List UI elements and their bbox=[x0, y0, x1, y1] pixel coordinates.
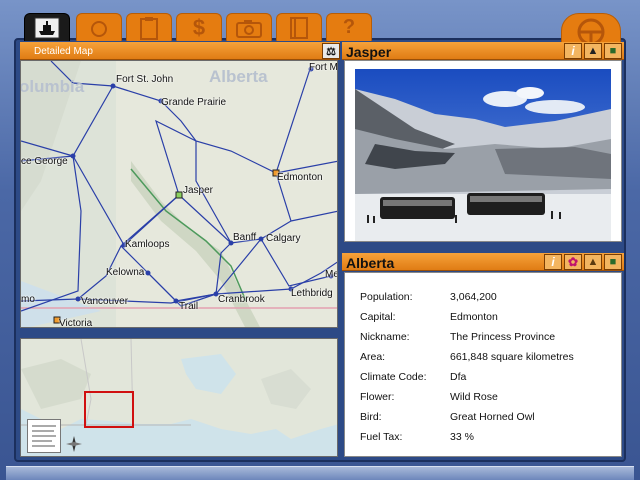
info-label: Bird: bbox=[360, 411, 382, 423]
books-icon: ■ bbox=[609, 45, 617, 57]
info-label: Nickname: bbox=[360, 331, 410, 343]
info-label: Capital: bbox=[360, 311, 396, 323]
notebook-icon bbox=[290, 16, 308, 39]
camera-icon bbox=[91, 20, 107, 37]
camera-icon bbox=[236, 19, 262, 38]
info-row-climate: Climate Code: Dfa bbox=[360, 371, 466, 383]
info-row-capital: Capital: Edmonton bbox=[360, 311, 498, 323]
info-label: Flower: bbox=[360, 391, 395, 403]
city-label[interactable]: Kelowna bbox=[106, 267, 144, 278]
tab-camera[interactable] bbox=[76, 13, 122, 41]
info-value: 3,064,200 bbox=[450, 291, 497, 303]
detail-map[interactable]: Alberta olumbia Fort St. John Grande Pra… bbox=[20, 60, 338, 328]
info-value: Great Horned Owl bbox=[450, 411, 535, 423]
tab-ferry[interactable] bbox=[24, 13, 70, 41]
question-icon: ? bbox=[342, 16, 356, 38]
detail-map-title: Detailed Map bbox=[34, 46, 93, 57]
info-label: Climate Code: bbox=[360, 371, 427, 383]
info-value: Edmonton bbox=[450, 311, 498, 323]
info-row-fuel-tax: Fuel Tax: 33 % bbox=[360, 431, 474, 443]
tab-clipboard[interactable] bbox=[126, 13, 172, 41]
info-value: The Princess Province bbox=[450, 331, 556, 343]
info-label: Area: bbox=[360, 351, 386, 363]
city-label[interactable]: Victoria bbox=[59, 318, 92, 327]
photo-panel-title: Jasper bbox=[346, 44, 392, 60]
map-legend[interactable] bbox=[27, 419, 61, 453]
info-button[interactable]: i bbox=[564, 43, 582, 59]
info-value: Wild Rose bbox=[450, 391, 498, 403]
region-label-bc: olumbia bbox=[20, 77, 85, 96]
ferry-icon bbox=[34, 17, 60, 38]
map-vehicle-button[interactable]: ⚖ bbox=[322, 43, 340, 59]
info-panel-header: Alberta i ✿ ▲ ■ bbox=[342, 253, 624, 271]
info-row-nickname: Nickname: The Princess Province bbox=[360, 331, 555, 343]
tab-photo[interactable] bbox=[226, 13, 272, 41]
clipboard-icon bbox=[140, 16, 158, 40]
info-value: 661,848 square kilometres bbox=[450, 351, 574, 363]
info-panel-title: Alberta bbox=[346, 255, 395, 271]
city-label[interactable]: Lethbridg bbox=[291, 288, 333, 299]
bottom-bar bbox=[6, 466, 634, 480]
tab-help[interactable]: ? bbox=[326, 13, 372, 41]
city-label[interactable]: Kamloops bbox=[125, 239, 169, 250]
dollar-icon: $ bbox=[192, 14, 206, 40]
info-label: Population: bbox=[360, 291, 413, 303]
info-row-area: Area: 661,848 square kilometres bbox=[360, 351, 574, 363]
city-label[interactable]: Cranbrook bbox=[218, 294, 265, 305]
info-button[interactable]: i bbox=[544, 254, 562, 270]
region-label-alberta: Alberta bbox=[209, 67, 268, 86]
detail-map-header: Detailed Map ⚖ bbox=[20, 42, 340, 60]
city-label[interactable]: Calgary bbox=[266, 233, 300, 244]
city-label[interactable]: Fort St. John bbox=[116, 74, 173, 85]
tab-notebook[interactable] bbox=[276, 13, 322, 41]
city-label[interactable]: Vancouver bbox=[81, 296, 128, 307]
photo-panel bbox=[344, 60, 622, 242]
city-label[interactable]: ce George bbox=[21, 156, 68, 167]
province-info-panel: Population: 3,064,200 Capital: Edmonton … bbox=[344, 272, 622, 457]
city-label[interactable]: Trail bbox=[179, 301, 198, 312]
legend-icon bbox=[32, 425, 56, 447]
books-icon: ■ bbox=[609, 256, 617, 268]
books-button[interactable]: ■ bbox=[604, 43, 622, 59]
city-label[interactable]: Fort M bbox=[309, 62, 337, 73]
info-value: Dfa bbox=[450, 371, 467, 383]
city-label[interactable]: Jasper bbox=[183, 185, 213, 196]
info-row-population: Population: 3,064,200 bbox=[360, 291, 497, 303]
city-label[interactable]: Banff bbox=[233, 232, 256, 243]
bird-icon: ▲ bbox=[587, 256, 599, 268]
info-row-flower: Flower: Wild Rose bbox=[360, 391, 498, 403]
info-label: Fuel Tax: bbox=[360, 431, 403, 443]
city-label[interactable]: mo bbox=[21, 294, 35, 305]
city-label[interactable]: Me bbox=[325, 269, 337, 280]
info-row-bird: Bird: Great Horned Owl bbox=[360, 411, 535, 423]
flower-icon: ✿ bbox=[567, 255, 579, 269]
flower-button[interactable]: ✿ bbox=[564, 254, 582, 270]
city-label[interactable]: Edmonton bbox=[277, 172, 323, 183]
info-value: 33 % bbox=[450, 431, 474, 443]
attraction-icon: ▲ bbox=[587, 45, 599, 57]
photo-panel-header: Jasper i ▲ ■ bbox=[342, 42, 624, 60]
location-photo bbox=[355, 69, 611, 241]
steering-wheel-icon bbox=[577, 18, 605, 45]
bird-button[interactable]: ▲ bbox=[584, 254, 602, 270]
info-icon: i bbox=[571, 44, 575, 58]
books-button[interactable]: ■ bbox=[604, 254, 622, 270]
info-icon: i bbox=[551, 255, 555, 269]
city-label[interactable]: Grande Prairie bbox=[161, 97, 226, 108]
overview-map[interactable] bbox=[20, 338, 338, 457]
attraction-button[interactable]: ▲ bbox=[584, 43, 602, 59]
vehicle-icon: ⚖ bbox=[326, 45, 336, 58]
tab-money[interactable]: $ bbox=[176, 13, 222, 41]
compass-icon bbox=[65, 435, 83, 453]
